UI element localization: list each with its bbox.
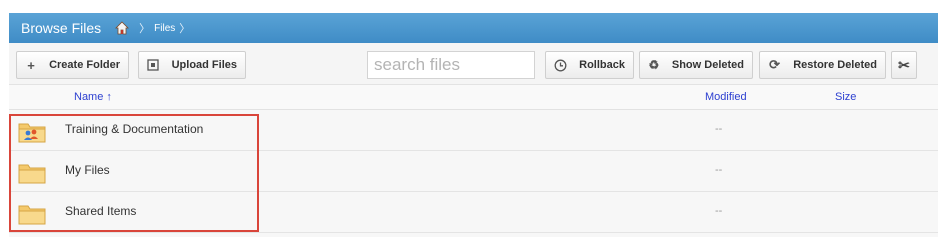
rollback-label: Rollback	[579, 59, 625, 71]
file-name[interactable]: My Files	[65, 163, 110, 177]
folder-icon	[18, 162, 46, 184]
create-folder-button[interactable]: + Create Folder	[16, 51, 129, 79]
size-column-header[interactable]: Size	[835, 91, 856, 103]
search-input[interactable]	[367, 51, 535, 79]
upload-icon	[147, 58, 160, 72]
file-modified: --	[715, 164, 723, 176]
chevron-right-icon: 〉	[139, 23, 151, 35]
scissors-icon: ✂	[898, 56, 910, 73]
file-browser-window: Browse Files 〉 Files 〉 + Create Folder U…	[9, 13, 938, 237]
chevron-right-icon: 〉	[179, 23, 191, 35]
file-row[interactable]: Training & Documentation --	[9, 110, 938, 151]
column-header: Name ↑ Modified Size	[9, 85, 938, 110]
titlebar: Browse Files 〉 Files 〉	[9, 13, 938, 43]
plus-icon: +	[27, 57, 35, 73]
show-deleted-button[interactable]: ♻ Show Deleted	[639, 51, 753, 79]
rollback-button[interactable]: Rollback	[545, 51, 634, 79]
toolbar: + Create Folder Upload Files Rollback ♻ …	[9, 43, 938, 85]
restore-deleted-label: Restore Deleted	[793, 59, 877, 71]
restore-deleted-button[interactable]: ⟳ Restore Deleted	[759, 51, 886, 79]
file-row[interactable]: My Files --	[9, 151, 938, 192]
shared-folder-icon	[18, 121, 46, 143]
file-modified: --	[715, 123, 723, 135]
name-column-header[interactable]: Name ↑	[74, 91, 112, 103]
recycle-icon: ♻	[648, 58, 660, 72]
refresh-icon: ⟳	[769, 57, 781, 72]
breadcrumb-files[interactable]: Files	[154, 23, 175, 34]
home-icon[interactable]	[115, 21, 130, 35]
show-deleted-label: Show Deleted	[671, 59, 744, 71]
file-row[interactable]: Shared Items --	[9, 192, 938, 233]
upload-files-button[interactable]: Upload Files	[138, 51, 246, 79]
file-modified: --	[715, 205, 723, 217]
modified-column-header[interactable]: Modified	[705, 91, 747, 103]
file-name[interactable]: Training & Documentation	[65, 122, 203, 136]
create-folder-label: Create Folder	[49, 59, 120, 71]
page-title: Browse Files	[21, 20, 102, 36]
cut-button[interactable]: ✂	[891, 51, 917, 79]
clock-icon	[554, 58, 567, 72]
folder-icon	[18, 203, 46, 225]
upload-files-label: Upload Files	[171, 59, 237, 71]
file-name[interactable]: Shared Items	[65, 204, 136, 218]
